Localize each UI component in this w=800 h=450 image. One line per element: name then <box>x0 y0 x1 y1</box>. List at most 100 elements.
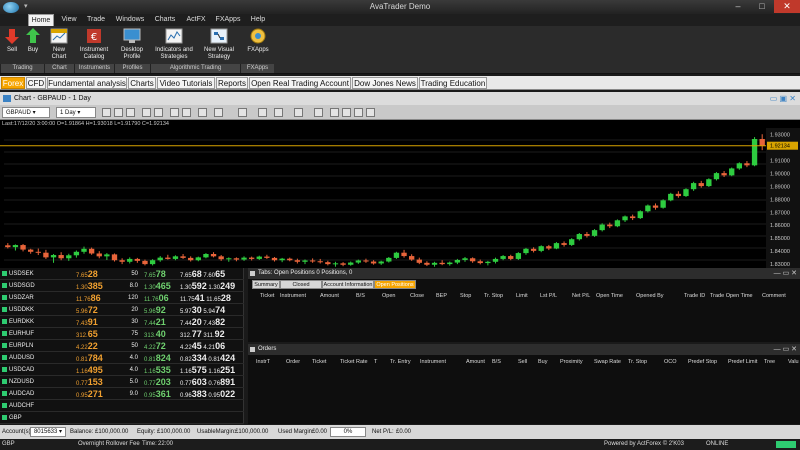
watchlist-row[interactable]: AUDCAD 0.95271 9.0 0.95361 0.96383 0.95022 <box>0 388 244 400</box>
watchlist-row[interactable]: EURDKK 7.4391 30 7.4421 7.4420 7.4382 <box>0 316 244 328</box>
tab-charts[interactable]: Charts <box>128 77 156 89</box>
print-icon[interactable] <box>214 108 223 117</box>
watchlist-row[interactable]: GBP <box>0 412 244 424</box>
orders-column-header[interactable]: Order <box>286 359 300 365</box>
menu-fxapps[interactable]: FXApps <box>214 14 242 26</box>
tab-video-tutorials[interactable]: Video Tutorials <box>157 77 215 89</box>
zoom-in-icon[interactable] <box>142 108 151 117</box>
watchlist-row[interactable]: AUDUSD 0.81784 4.0 0.81824 0.82334 0.81424 <box>0 352 244 364</box>
tab-trading-education[interactable]: Trading Education <box>419 77 487 89</box>
positions-column-header[interactable]: Tr. Stop <box>484 293 503 299</box>
positions-column-header[interactable]: Close <box>410 293 424 299</box>
candle-type-icon[interactable] <box>102 108 111 117</box>
fxapps-button[interactable]: FXApps <box>244 27 272 64</box>
positions-column-header[interactable]: Amount <box>320 293 339 299</box>
tab-dow-jones-news[interactable]: Dow Jones News <box>352 77 418 89</box>
grid-icon[interactable] <box>314 108 323 117</box>
pan-icon[interactable] <box>342 108 351 117</box>
magnify-icon[interactable] <box>330 108 339 117</box>
indicators-strategies-button[interactable]: Indicators and Strategies <box>152 27 196 64</box>
subtab-summary[interactable]: Summary <box>252 280 280 289</box>
new-chart-button[interactable]: New Chart <box>46 27 72 64</box>
positions-column-header[interactable]: Open Time <box>596 293 623 299</box>
tab-reports[interactable]: Reports <box>216 77 248 89</box>
orders-column-header[interactable]: Proximity <box>560 359 583 365</box>
menu-help[interactable]: Help <box>248 14 268 26</box>
orders-column-header[interactable]: Amount <box>466 359 485 365</box>
watchlist-row[interactable]: USDZAR 11.7686 120 11.7606 11.7541 11.6528 <box>0 292 244 304</box>
line-type-icon[interactable] <box>126 108 135 117</box>
menu-trade[interactable]: Trade <box>84 14 108 26</box>
positions-column-header[interactable]: Lst P/L <box>540 293 557 299</box>
crosshair-icon[interactable] <box>170 108 179 117</box>
positions-column-header[interactable]: BEP <box>436 293 447 299</box>
orders-column-header[interactable]: Buy <box>538 359 547 365</box>
orders-column-header[interactable]: Predef Stop <box>688 359 717 365</box>
subtab-open-positions[interactable]: Open Positions <box>374 280 416 289</box>
new-visual-strategy-button[interactable]: New Visual Strategy <box>200 27 238 64</box>
menu-charts[interactable]: Charts <box>152 14 178 26</box>
bar-type-icon[interactable] <box>114 108 123 117</box>
fit-icon[interactable] <box>354 108 363 117</box>
watchlist-row[interactable]: AUDCHF <box>0 400 244 412</box>
subtab-closed-positions[interactable]: Closed Positions <box>280 280 322 297</box>
positions-column-header[interactable]: Stop <box>460 293 471 299</box>
positions-column-header[interactable]: Open <box>382 293 395 299</box>
timeframe-select[interactable]: 1 Day ▾ <box>56 107 96 118</box>
symbol-select[interactable]: GBPAUD ▾ <box>2 107 50 118</box>
orders-column-header[interactable]: Tr. Stop <box>628 359 647 365</box>
zoom-out-icon[interactable] <box>154 108 163 117</box>
watchlist-row[interactable]: USDSEK 7.6528 50 7.6578 7.6568 7.6065 <box>0 268 244 280</box>
draw-line-icon[interactable] <box>238 108 247 117</box>
price-chart[interactable]: 1.93000 1.92134 1.91000 1.90000 1.89000 1.880… <box>0 128 800 268</box>
orders-column-header[interactable]: Swap Rate <box>594 359 621 365</box>
menu-windows[interactable]: Windows <box>114 14 146 26</box>
menu-view[interactable]: View <box>58 14 80 26</box>
orders-column-header[interactable]: Ticket <box>312 359 326 365</box>
subtab-account-information[interactable]: Account Information <box>322 280 374 289</box>
orders-column-header[interactable]: Ticket Rate <box>340 359 368 365</box>
watchlist-row[interactable]: EURHUF 312.65 75 313.40 312.77 311.92 <box>0 328 244 340</box>
positions-column-header[interactable]: B/S <box>356 293 365 299</box>
settings-icon[interactable] <box>366 108 375 117</box>
tab-forex[interactable]: Forex <box>1 77 25 89</box>
close-button[interactable]: ✕ <box>774 0 800 13</box>
tab-open-real-trading-account[interactable]: Open Real Trading Account <box>249 77 351 89</box>
orders-panel-controls[interactable]: — ▭ ✕ <box>774 344 797 355</box>
orders-column-header[interactable]: OCO <box>664 359 677 365</box>
positions-column-header[interactable]: Net P/L <box>572 293 590 299</box>
positions-column-header[interactable]: Trade ID <box>684 293 705 299</box>
save-icon[interactable] <box>198 108 207 117</box>
orders-column-header[interactable]: Tr. Entry <box>390 359 411 365</box>
positions-column-header[interactable]: Comment <box>762 293 786 299</box>
positions-column-header[interactable]: Instrument <box>280 293 306 299</box>
account-select[interactable]: 8015633 ▾ <box>30 427 66 437</box>
positions-panel-controls[interactable]: — ▭ ✕ <box>774 268 797 279</box>
positions-column-header[interactable]: Ticket <box>260 293 274 299</box>
tab-cfd[interactable]: CFD <box>26 77 46 89</box>
positions-column-header[interactable]: Opened By <box>636 293 664 299</box>
refresh-icon[interactable] <box>294 108 303 117</box>
orders-column-header[interactable]: Tree <box>764 359 775 365</box>
color-icon[interactable] <box>258 108 267 117</box>
positions-column-header[interactable]: Limit <box>516 293 528 299</box>
watchlist-row[interactable]: NZDUSD 0.77153 5.0 0.77203 0.77603 0.76891 <box>0 376 244 388</box>
positions-column-header[interactable]: Trade Open Time <box>710 293 753 299</box>
menu-actfx[interactable]: ActFX <box>184 14 208 26</box>
watchlist-row[interactable]: EURPLN 4.2222 50 4.2272 4.2245 4.2106 <box>0 340 244 352</box>
desktop-profile-button[interactable]: Desktop Profile <box>116 27 148 64</box>
menu-home[interactable]: Home <box>28 14 54 26</box>
orders-column-header[interactable]: B/S <box>492 359 501 365</box>
watchlist-row[interactable]: USDDKK 5.9672 20 5.9692 5.9730 5.9474 <box>0 304 244 316</box>
orders-column-header[interactable]: Valu <box>788 359 799 365</box>
sell-button[interactable]: Sell <box>2 27 22 64</box>
orders-column-header[interactable]: Instrument <box>420 359 446 365</box>
buy-button[interactable]: Buy <box>24 27 42 64</box>
watchlist-row[interactable]: USDSGD 1.30385 8.0 1.30465 1.30592 1.30249 <box>0 280 244 292</box>
orders-column-header[interactable]: Sell <box>518 359 527 365</box>
tab-fundamental-analysis[interactable]: Fundamental analysis <box>47 77 127 89</box>
orders-column-header[interactable]: InstrT <box>256 359 270 365</box>
chart-window-controls[interactable]: ▭ ▣ ✕ <box>770 94 796 103</box>
minimize-button[interactable]: – <box>726 0 750 13</box>
properties-icon[interactable] <box>274 108 283 117</box>
